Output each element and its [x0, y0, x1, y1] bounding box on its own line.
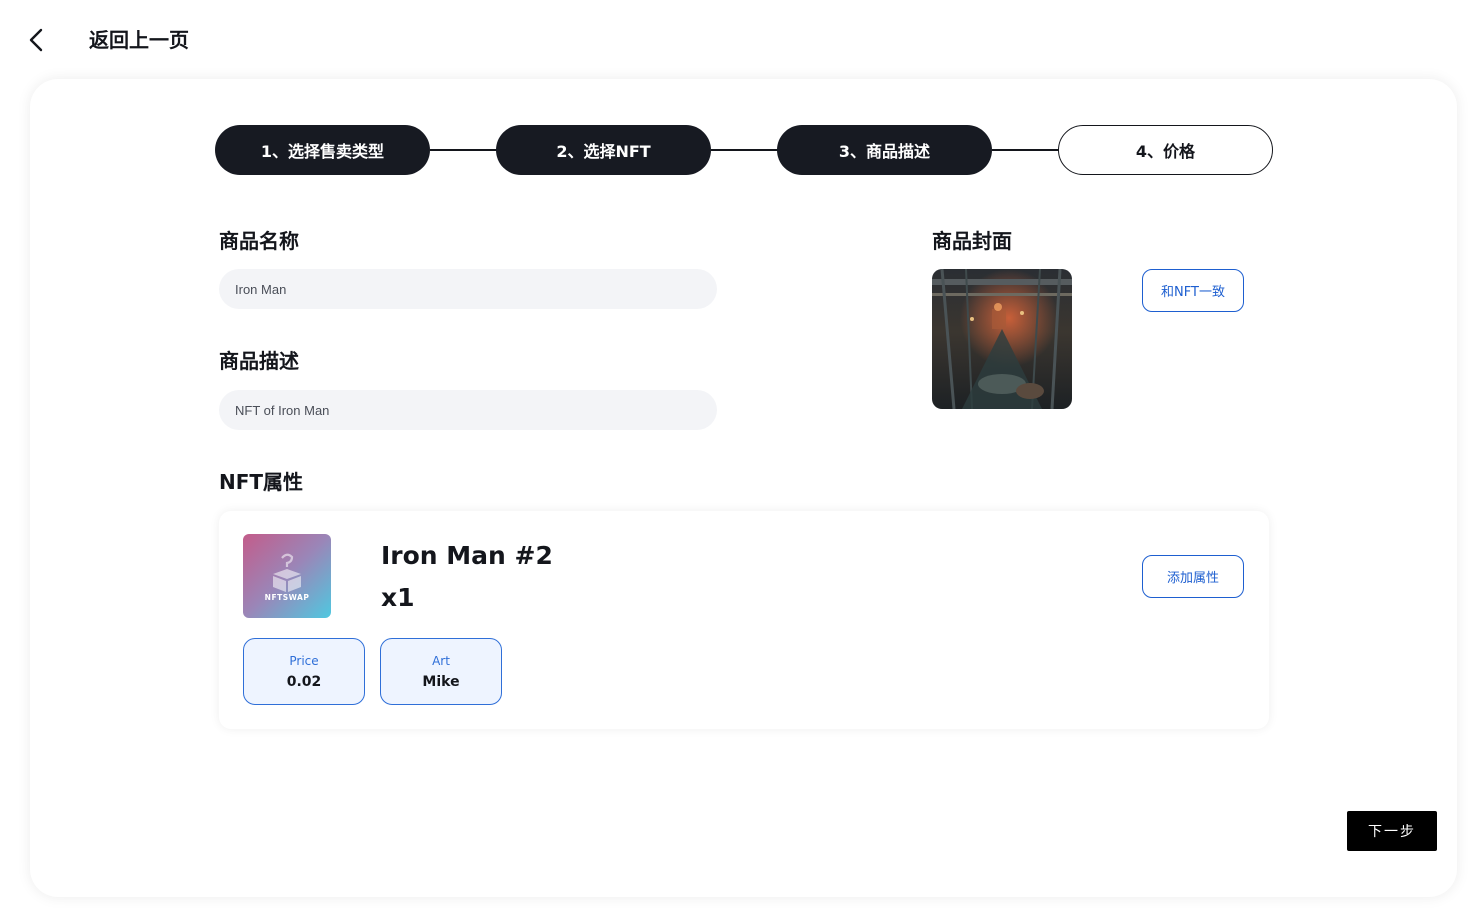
nft-thumbnail: NFTSWAP [243, 534, 331, 618]
stepper: 1、选择售卖类型 2、选择NFT 3、商品描述 4、价格 [215, 125, 1273, 175]
back-link[interactable]: 返回上一页 [89, 26, 189, 54]
step-connector [711, 149, 778, 151]
cover-section-title: 商品封面 [932, 229, 1012, 253]
product-description-input[interactable] [219, 390, 717, 430]
attribute-key: Art [432, 654, 450, 668]
name-section-title: 商品名称 [219, 229, 299, 253]
top-bar: 返回上一页 [0, 0, 1484, 80]
step-connector [430, 149, 497, 151]
description-section-title: 商品描述 [219, 349, 299, 373]
cover-image[interactable] [932, 269, 1072, 409]
chevron-left-icon[interactable] [24, 26, 50, 54]
factory-interior-image [932, 269, 1072, 409]
attribute-value: Mike [422, 674, 460, 690]
step-select-nft[interactable]: 2、选择NFT [496, 125, 711, 175]
nft-attributes-title: NFT属性 [219, 470, 304, 494]
attribute-chip-price[interactable]: Price 0.02 [243, 638, 365, 705]
same-as-nft-button[interactable]: 和NFT一致 [1142, 269, 1244, 312]
add-attribute-button[interactable]: 添加属性 [1142, 555, 1244, 598]
attribute-key: Price [289, 654, 319, 668]
step-description[interactable]: 3、商品描述 [777, 125, 992, 175]
form-card: 1、选择售卖类型 2、选择NFT 3、商品描述 4、价格 商品名称 商品描述 商… [30, 79, 1457, 897]
product-name-input[interactable] [219, 269, 717, 309]
nft-name: Iron Man #2 [381, 541, 553, 570]
step-connector [992, 149, 1059, 151]
attribute-chip-art[interactable]: Art Mike [380, 638, 502, 705]
step-price[interactable]: 4、价格 [1058, 125, 1273, 175]
attribute-value: 0.02 [286, 674, 322, 690]
nft-attributes-panel: NFTSWAP Iron Man #2 x1 添加属性 Price 0.02 A… [219, 511, 1269, 729]
svg-text:NFTSWAP: NFTSWAP [265, 593, 310, 602]
next-step-button[interactable]: 下一步 [1347, 811, 1437, 851]
step-sale-type[interactable]: 1、选择售卖类型 [215, 125, 430, 175]
nft-quantity: x1 [381, 583, 415, 612]
